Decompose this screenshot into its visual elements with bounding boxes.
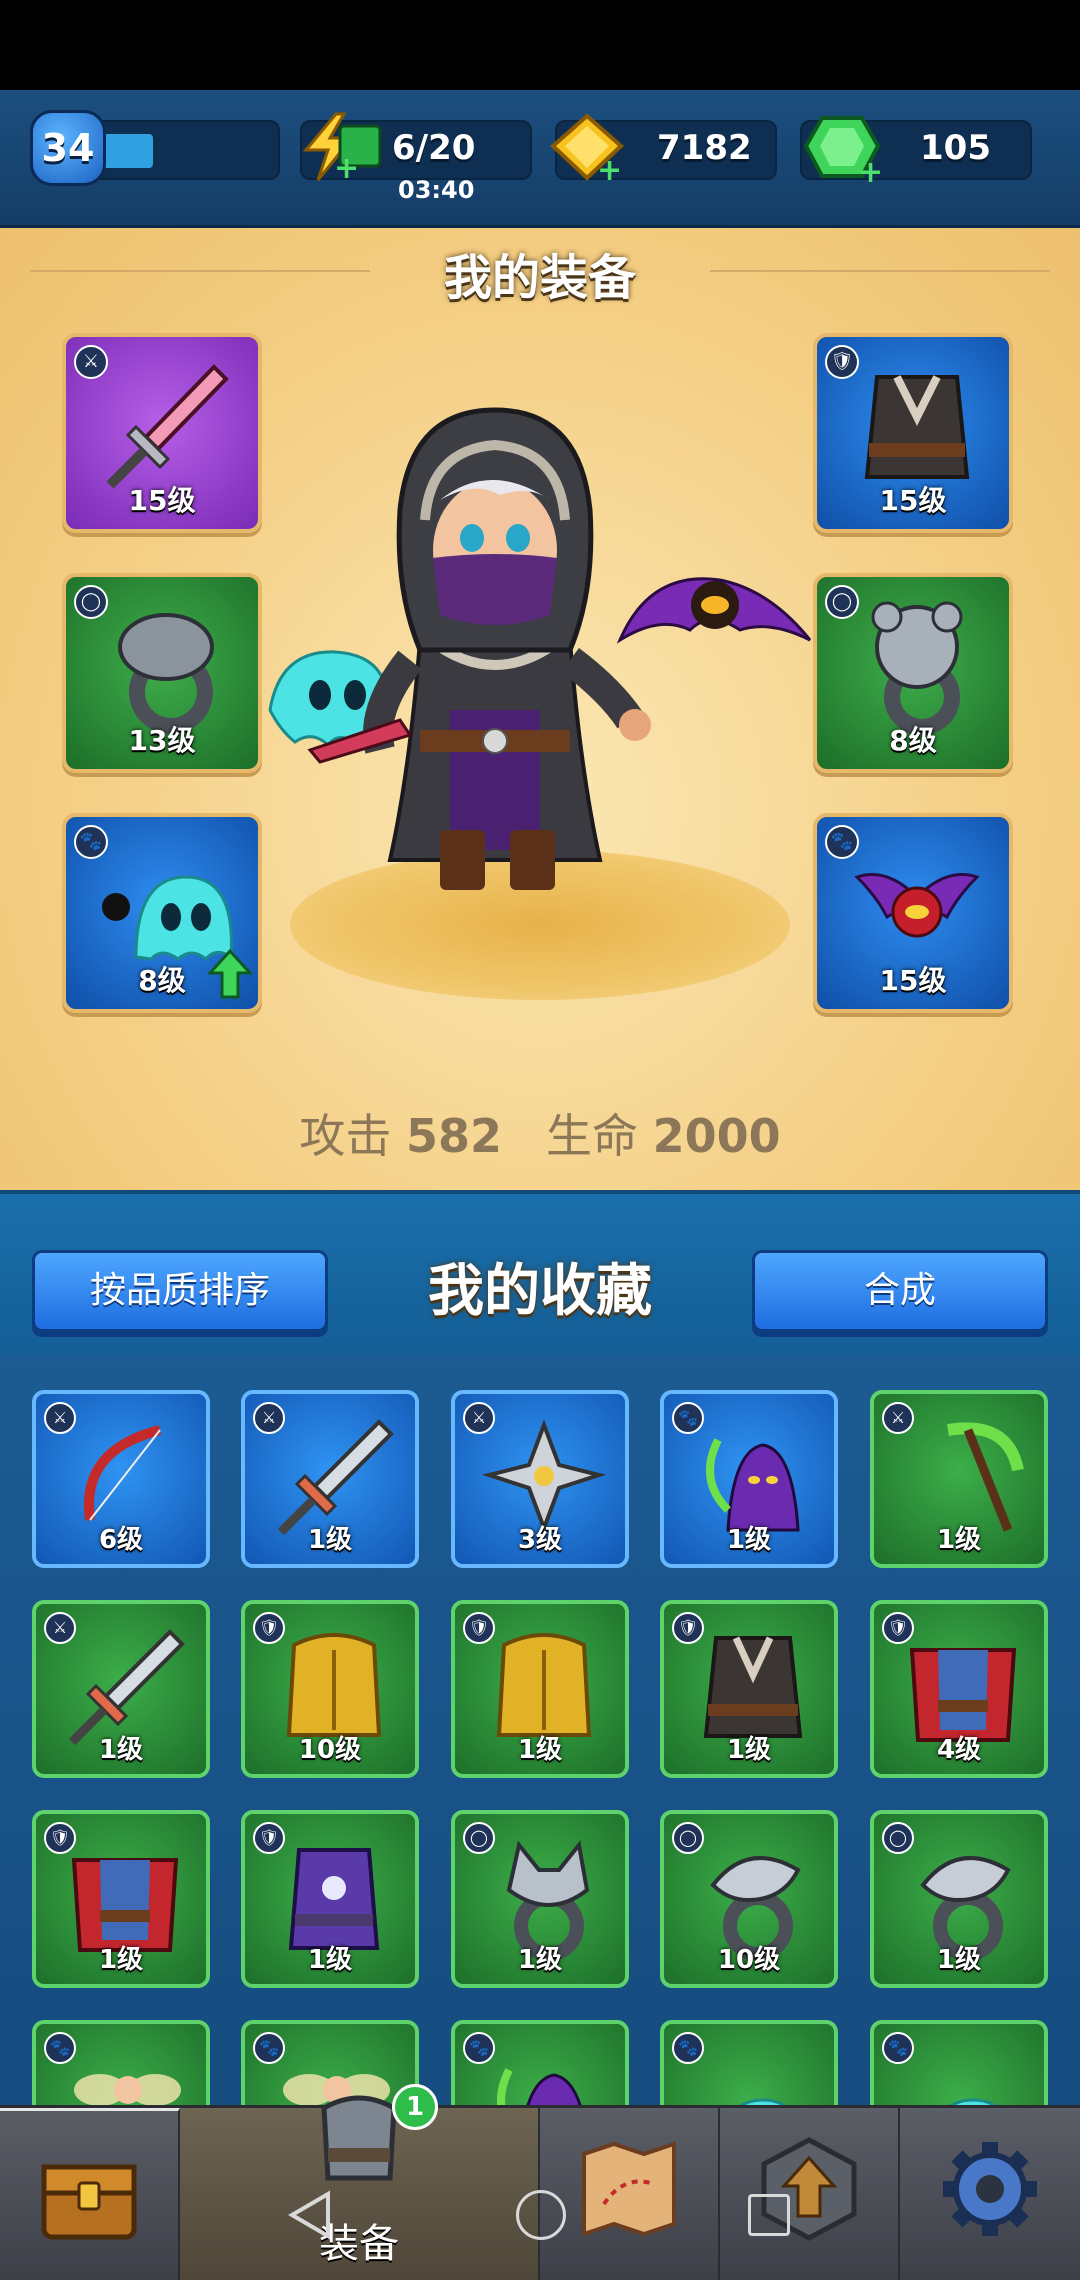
svg-text:+: +	[858, 155, 883, 182]
tab-chest[interactable]	[0, 2108, 180, 2280]
collection-item[interactable]: ⚔ 6级	[32, 1390, 210, 1568]
collection-item[interactable]: 🐾 1级	[660, 1390, 838, 1568]
hp-value: 2000	[652, 1109, 781, 1163]
slot-level: 15级	[879, 964, 947, 997]
tab-equipment-label: 装备	[319, 2221, 399, 2267]
equipment-title: 我的装备	[443, 250, 636, 306]
weapon-slot[interactable]: ⚔ 15级	[62, 333, 262, 533]
vest-icon	[864, 375, 970, 479]
collection-item[interactable]: ⚔ 1级	[241, 1390, 419, 1568]
item-level: 1级	[726, 1735, 772, 1765]
gear-icon	[943, 2142, 1037, 2236]
collection-item[interactable]: ◯ 10级	[660, 1810, 838, 1988]
collection-item[interactable]: 🛡 10级	[241, 1600, 419, 1778]
tab-upgrade[interactable]	[720, 2108, 900, 2280]
slot-level: 15级	[879, 484, 947, 517]
item-level: 1级	[726, 1525, 772, 1555]
collection-grid: ⚔ 6级 ⚔ 1级 ⚔ 3级 🐾 1级 ⚔ 1级 ⚔ 1级 🛡 10级 🛡 1级 🛡 1级 🛡 4级 🛡 1级 🛡 1级 ◯ 1级…	[0, 1355, 1080, 2198]
item-level: 1级	[517, 1735, 563, 1765]
collection-item[interactable]: ⚔ 1级	[32, 1600, 210, 1778]
pet-slot-2[interactable]: 🐾 15级	[813, 813, 1013, 1013]
hp-label: 生命	[545, 1109, 638, 1163]
attack-value: 582	[406, 1109, 503, 1163]
tab-settings[interactable]	[900, 2108, 1080, 2280]
xp-bar-fill	[102, 134, 153, 168]
item-level: 1级	[307, 1525, 353, 1555]
home-icon[interactable]	[516, 2190, 566, 2240]
map-icon	[582, 2141, 676, 2237]
item-level: 1级	[936, 1945, 982, 1975]
item-level: 1级	[517, 1945, 563, 1975]
item-level: 6级	[98, 1525, 144, 1555]
energy-icon: +	[302, 112, 382, 182]
item-level: 4级	[936, 1735, 982, 1765]
collection-item[interactable]: ◯ 1级	[451, 1810, 629, 1988]
energy-value: 6/20	[392, 128, 476, 168]
slot-level: 8级	[889, 724, 937, 757]
collection-item[interactable]: 🛡 1级	[660, 1600, 838, 1778]
ring-slot-2[interactable]: ◯ 8级	[813, 573, 1013, 773]
collection-item[interactable]: ⚔ 3级	[451, 1390, 629, 1568]
resource-bar: 34 6/20 7182 105	[0, 90, 1080, 228]
notification-badge: 1	[392, 2084, 438, 2130]
back-icon[interactable]	[288, 2190, 332, 2240]
tab-map[interactable]	[540, 2108, 720, 2280]
energy-timer: 03:40	[398, 176, 475, 204]
chest-icon	[41, 2164, 137, 2240]
merge-button[interactable]: 合成	[752, 1250, 1048, 1332]
hero-character	[268, 407, 812, 890]
item-level: 1级	[936, 1525, 982, 1555]
player-level-badge[interactable]: 34	[30, 110, 106, 186]
collection-item[interactable]: ⚔ 1级	[870, 1390, 1048, 1568]
item-level: 1级	[98, 1735, 144, 1765]
hero-stats: 攻击 582 生命 2000	[0, 1100, 1080, 1166]
ring-slot-1[interactable]: ◯ 13级	[62, 573, 262, 773]
bear-ring-icon	[871, 601, 963, 735]
svg-text:+: +	[597, 153, 622, 182]
sword-icon	[106, 364, 229, 489]
sort-by-quality-button[interactable]: 按品质排序	[32, 1250, 328, 1332]
collection-item[interactable]: ◯ 1级	[870, 1810, 1048, 1988]
slot-level: 13级	[128, 724, 196, 757]
bat-pet-icon	[854, 873, 980, 938]
attack-label: 攻击	[299, 1109, 392, 1163]
collection-item[interactable]: 🛡 1级	[32, 1810, 210, 1988]
svg-text:+: +	[334, 151, 359, 182]
snake-ring-icon	[118, 613, 214, 734]
item-level: 3级	[517, 1525, 563, 1555]
gold-icon: +	[550, 113, 624, 182]
gem-icon: +	[803, 116, 883, 182]
gem-value: 105	[920, 128, 991, 168]
pet-slot-1[interactable]: 🐾 8级	[62, 813, 262, 1013]
slot-level: 15级	[128, 484, 196, 517]
collection-item[interactable]: 🛡 4级	[870, 1600, 1048, 1778]
slot-level: 8级	[138, 964, 186, 997]
item-level: 1级	[98, 1945, 144, 1975]
gold-value: 7182	[657, 128, 752, 168]
recent-apps-icon[interactable]	[748, 2194, 790, 2236]
item-level: 1级	[307, 1945, 353, 1975]
system-status-bar	[0, 0, 1080, 90]
item-level: 10级	[717, 1945, 781, 1975]
tab-equipment[interactable]: 装备	[180, 2095, 540, 2280]
collection-item[interactable]: 🛡 1级	[241, 1810, 419, 1988]
armor-slot[interactable]: 🛡 15级	[813, 333, 1013, 533]
item-level: 10级	[298, 1735, 362, 1765]
collection-item[interactable]: 🛡 1级	[451, 1600, 629, 1778]
